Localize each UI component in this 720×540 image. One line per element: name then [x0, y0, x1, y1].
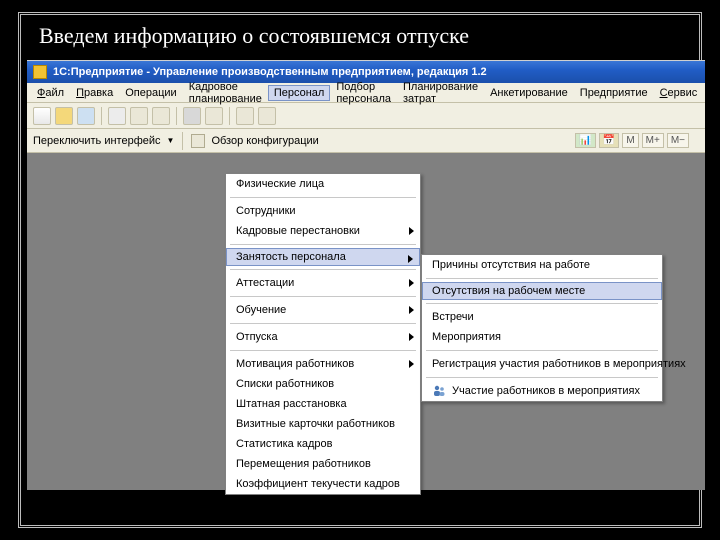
menu-правка[interactable]: Правка — [70, 85, 119, 101]
menu-item[interactable]: Коэффициент текучести кадров — [226, 474, 420, 494]
menu-анкетирование[interactable]: Анкетирование — [484, 85, 574, 101]
menu-item[interactable]: Кадровые перестановки — [226, 221, 420, 241]
toolbar-separator — [176, 107, 177, 125]
menu-планирование затрат[interactable]: Планирование затрат — [397, 79, 484, 107]
menu-сервис[interactable]: Сервис — [654, 85, 704, 101]
menu-item[interactable]: Мотивация работников — [226, 354, 420, 374]
submenu-item-label: Мероприятия — [432, 331, 501, 343]
menu-separator — [426, 303, 658, 304]
submenu-item[interactable]: Причины отсутствия на работе — [422, 255, 662, 275]
copy-button[interactable] — [130, 107, 148, 125]
new-doc-button[interactable] — [33, 107, 51, 125]
open-button[interactable] — [55, 107, 73, 125]
toolbar-separator — [229, 107, 230, 125]
employment-submenu: Причины отсутствия на работе Отсутствия н… — [421, 254, 663, 402]
menu-окна[interactable]: Окна — [703, 85, 720, 101]
menu-separator — [426, 350, 658, 351]
menu-персонал[interactable]: Персонал — [268, 85, 331, 101]
cut-button[interactable] — [108, 107, 126, 125]
menu-separator — [426, 278, 658, 279]
config-icon[interactable] — [191, 134, 205, 148]
save-button[interactable] — [77, 107, 95, 125]
print-button[interactable] — [183, 107, 201, 125]
submenu-item-label: Причины отсутствия на работе — [432, 259, 590, 271]
menu-item[interactable]: Физические лица — [226, 174, 420, 194]
app-icon — [33, 65, 47, 79]
menu-операции[interactable]: Операции — [119, 85, 182, 101]
submenu-item[interactable]: Встречи — [422, 307, 662, 327]
mem-mplus-button[interactable]: M+ — [642, 133, 664, 148]
switch-interface-label[interactable]: Переключить интерфейс — [33, 135, 161, 147]
submenu-item[interactable]: Мероприятия — [422, 327, 662, 347]
menubar: ФайлПравкаОперацииКадровое планированиеП… — [27, 83, 705, 103]
people-icon — [432, 383, 446, 399]
undo-button[interactable] — [236, 107, 254, 125]
menu-separator — [230, 296, 416, 297]
calc-icon[interactable]: 📊 — [575, 133, 595, 148]
redo-button[interactable] — [258, 107, 276, 125]
submenu-item-label: Регистрация участия работников в меропри… — [432, 358, 686, 370]
config-overview-label[interactable]: Обзор конфигурации — [211, 135, 318, 147]
submenu-item-label: Отсутствия на рабочем месте — [432, 285, 585, 297]
personnel-dropdown: Физические лица СотрудникиКадровые перест… — [225, 173, 421, 495]
window-title: 1С:Предприятие - Управление производстве… — [53, 66, 487, 78]
toolbar-separator — [182, 132, 183, 150]
submenu-item[interactable]: Регистрация участия работников в меропри… — [422, 354, 662, 374]
menu-файл[interactable]: Файл — [31, 85, 70, 101]
menu-item[interactable]: Статистика кадров — [226, 434, 420, 454]
menu-подбор персонала[interactable]: Подбор персонала — [330, 79, 397, 107]
menu-кадровое планирование[interactable]: Кадровое планирование — [183, 79, 268, 107]
menu-separator — [230, 244, 416, 245]
preview-button[interactable] — [205, 107, 223, 125]
menu-separator — [426, 377, 658, 378]
menu-item[interactable]: Штатная расстановка — [226, 394, 420, 414]
toolbar-main — [27, 103, 705, 129]
slide-title: Введем информацию о состоявшемся отпуске — [21, 15, 699, 59]
menu-item[interactable]: Перемещения работников — [226, 454, 420, 474]
submenu-item[interactable]: Участие работников в мероприятиях — [422, 381, 662, 401]
submenu-item-label: Участие работников в мероприятиях — [452, 385, 640, 397]
menu-item[interactable]: Сотрудники — [226, 201, 420, 221]
menu-предприятие[interactable]: Предприятие — [574, 85, 654, 101]
toolbar-separator — [101, 107, 102, 125]
submenu-item-label: Встречи — [432, 311, 474, 323]
paste-button[interactable] — [152, 107, 170, 125]
memory-indicators: 📊 📅 M M+ M− — [575, 133, 689, 148]
mem-m-button[interactable]: M — [622, 133, 638, 148]
menu-separator — [230, 323, 416, 324]
mem-mminus-button[interactable]: M− — [667, 133, 689, 148]
menu-item[interactable]: Визитные карточки работников — [226, 414, 420, 434]
menu-item[interactable]: Аттестации — [226, 273, 420, 293]
menu-item[interactable]: Списки работников — [226, 374, 420, 394]
submenu-item[interactable]: Отсутствия на рабочем месте — [422, 282, 662, 300]
calendar-icon[interactable]: 📅 — [599, 133, 619, 148]
menu-item[interactable]: Отпуска — [226, 327, 420, 347]
menu-item[interactable]: Занятость персонала — [226, 248, 420, 266]
menu-separator — [230, 197, 416, 198]
app-window: 1С:Предприятие - Управление производстве… — [27, 60, 705, 490]
menu-separator — [230, 269, 416, 270]
menu-separator — [230, 350, 416, 351]
toolbar-secondary: Переключить интерфейс ▼ Обзор конфигурац… — [27, 129, 705, 153]
menu-item[interactable]: Обучение — [226, 300, 420, 320]
